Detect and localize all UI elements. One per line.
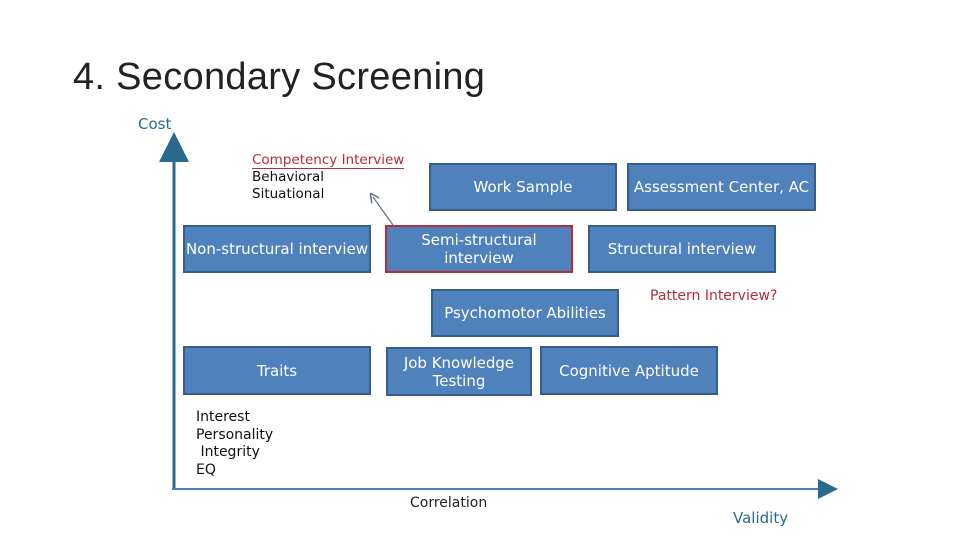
competency-heading: Competency Interview	[252, 152, 405, 169]
box-structural-interview: Structural interview	[588, 225, 776, 273]
box-non-structural-interview: Non-structural interview	[183, 225, 371, 273]
traits-item: Interest	[196, 409, 250, 425]
x-axis-sublabel: Correlation	[410, 495, 488, 511]
box-work-sample: Work Sample	[429, 163, 617, 211]
box-cognitive-aptitude: Cognitive Aptitude	[540, 346, 718, 395]
traits-item: Integrity	[196, 444, 260, 460]
box-job-knowledge-testing: Job Knowledge Testing	[386, 347, 532, 396]
box-semi-structural-interview: Semi-structural interview	[385, 225, 573, 273]
competency-item: Behavioral	[252, 169, 324, 185]
y-axis-label: Cost	[138, 115, 172, 133]
box-traits: Traits	[183, 346, 371, 395]
competency-note: Competency Interview Behavioral Situatio…	[252, 152, 405, 202]
box-psychomotor-abilities: Psychomotor Abilities	[431, 289, 619, 337]
competency-item: Situational	[252, 185, 325, 202]
box-label-line: Testing	[432, 371, 486, 390]
traits-note: Interest Personality Integrity EQ	[196, 409, 273, 479]
traits-item: Personality	[196, 426, 274, 443]
box-label-line: Job Knowledge	[403, 353, 515, 372]
pattern-interview-note: Pattern Interview?	[650, 288, 778, 304]
traits-item: EQ	[196, 461, 216, 478]
box-assessment-center: Assessment Center, AC	[627, 163, 816, 211]
x-axis-label: Validity	[733, 509, 789, 527]
